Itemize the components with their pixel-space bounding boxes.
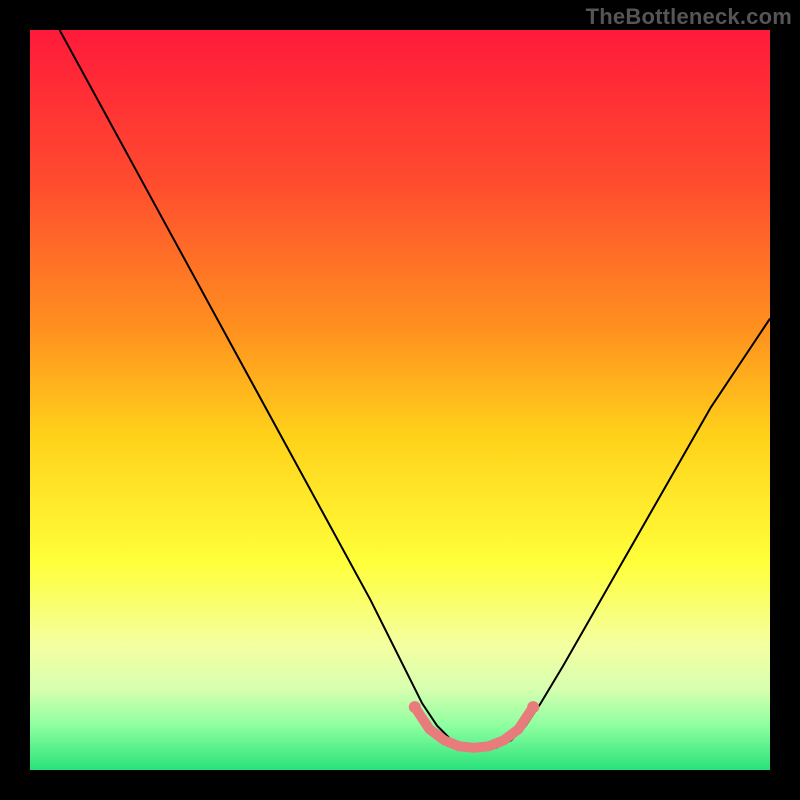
plot-area — [30, 30, 770, 770]
optimal-dot-left — [409, 701, 421, 713]
chart-frame: TheBottleneck.com — [0, 0, 800, 800]
optimal-dot-right — [527, 701, 539, 713]
watermark-label: TheBottleneck.com — [586, 4, 792, 30]
chart-canvas — [30, 30, 770, 770]
